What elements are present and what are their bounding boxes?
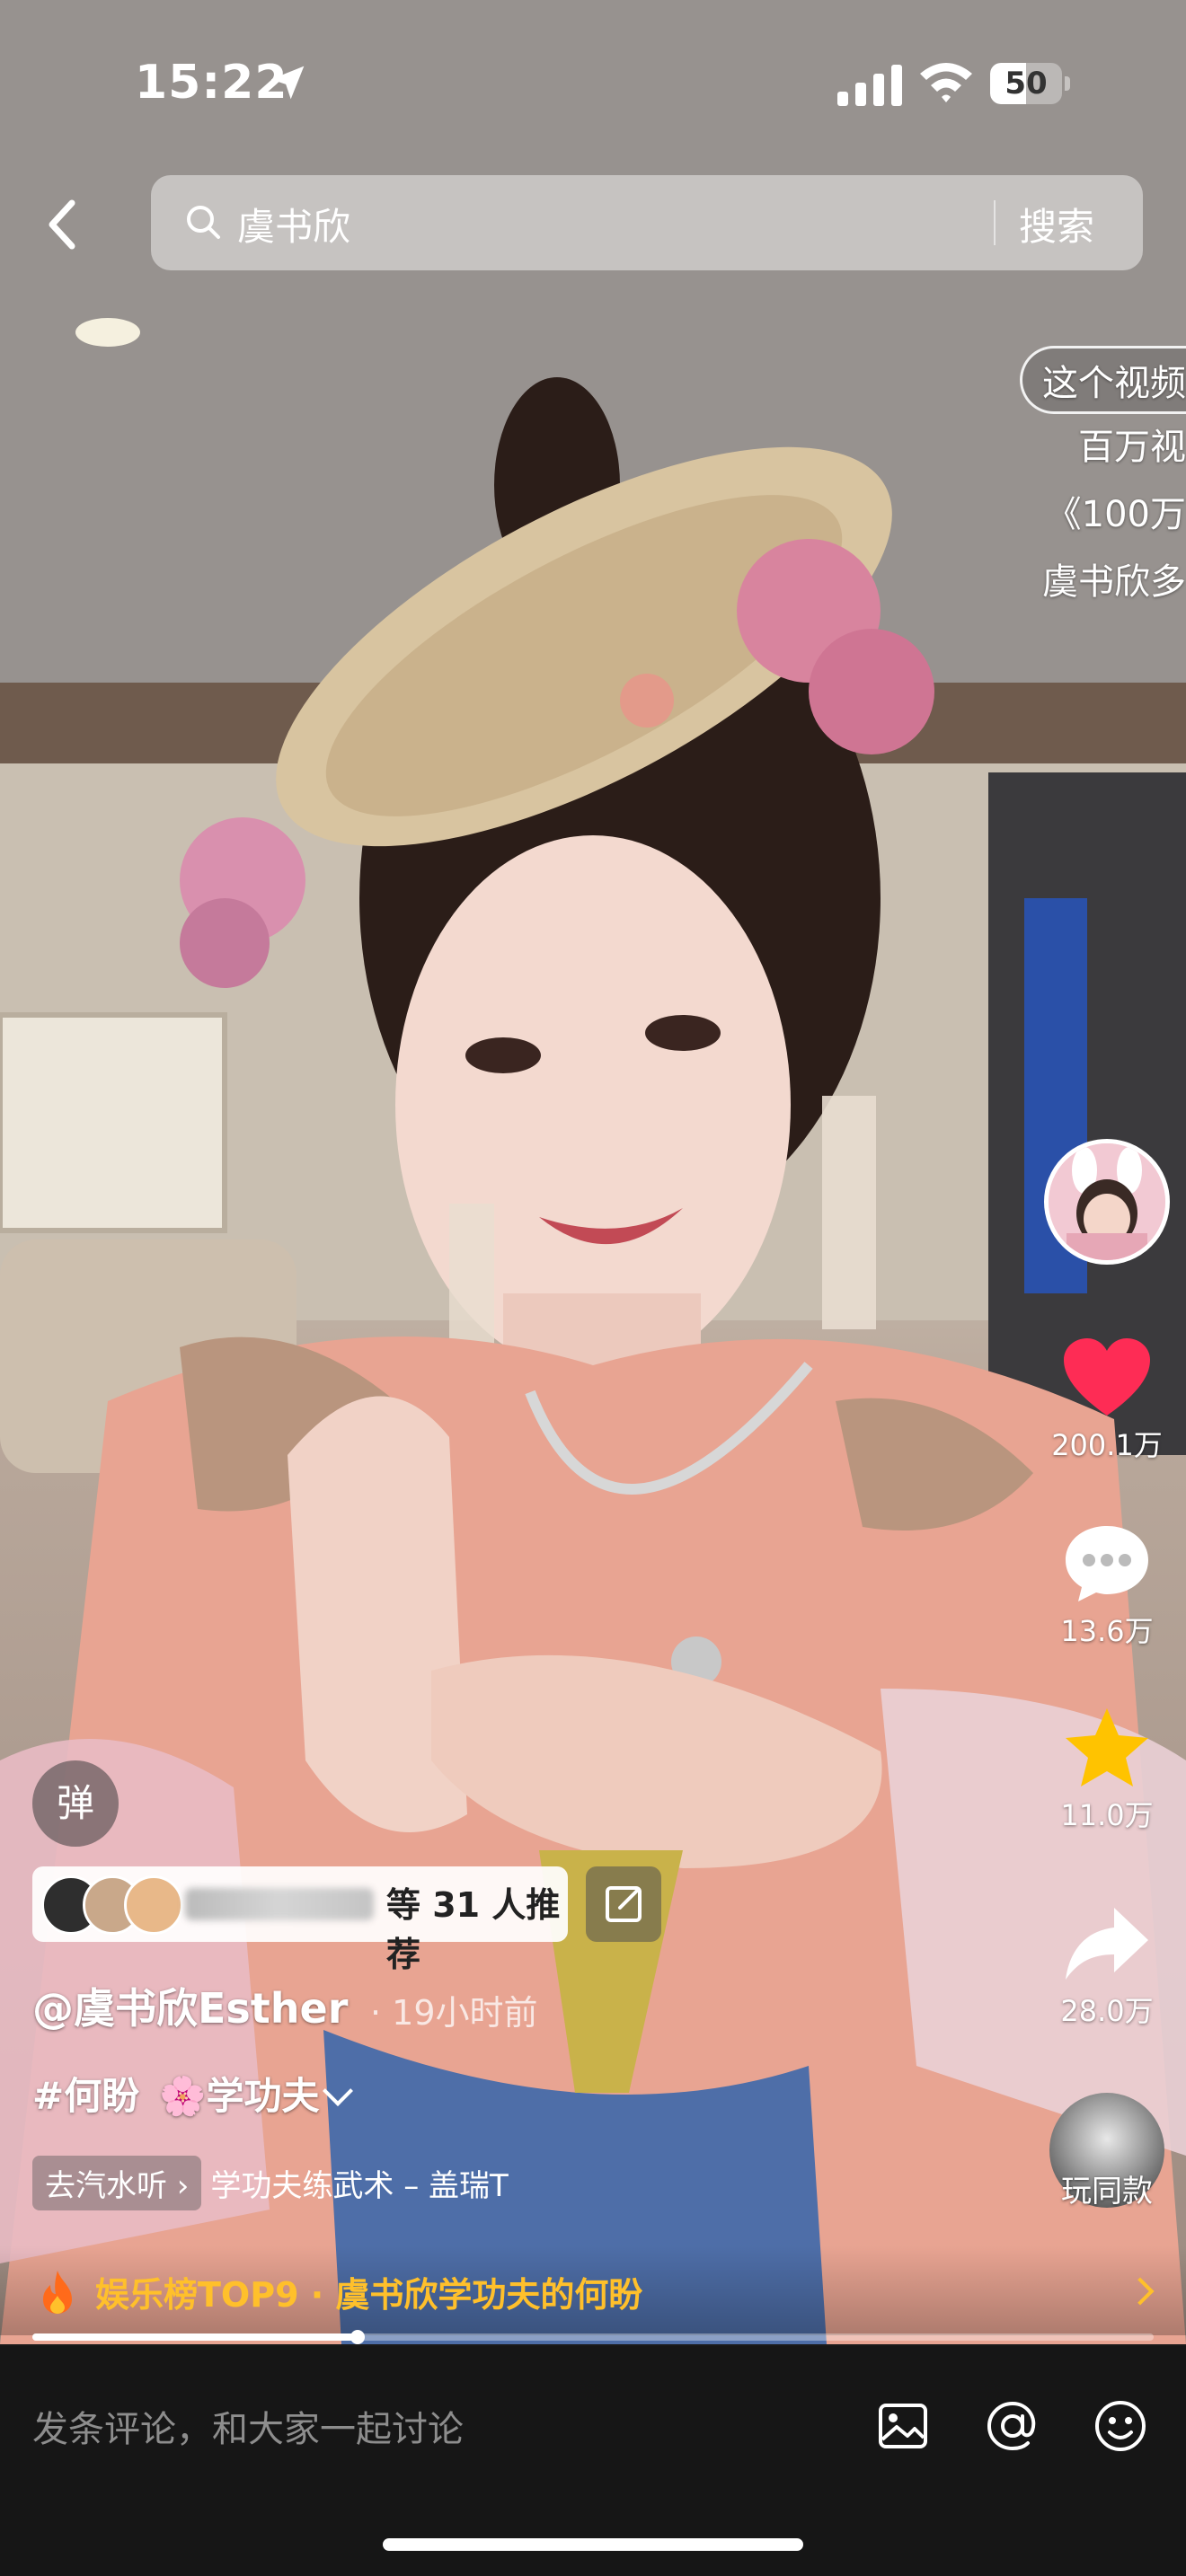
search-button[interactable]: 搜索 [1019, 197, 1094, 251]
author-avatar[interactable] [1044, 1139, 1170, 1265]
like-button[interactable]: 200.1万 [1035, 1337, 1179, 1464]
chevron-down-icon[interactable] [322, 2076, 353, 2106]
hashtag[interactable]: #何盼 [32, 2074, 139, 2118]
status-bar: 15:22 50 [0, 0, 1186, 171]
location-arrow-icon [270, 66, 305, 100]
progress-fill [32, 2333, 358, 2341]
star-icon [1066, 1708, 1148, 1786]
emoji-icon[interactable] [1091, 2396, 1150, 2456]
author-name[interactable]: @虞书欣Esther [32, 1976, 348, 2035]
favorite-count: 11.0万 [1060, 1798, 1154, 1832]
edit-button[interactable] [586, 1866, 661, 1942]
avatar-image [1049, 1143, 1165, 1260]
recommend-text: 等 31 人推荐 [386, 1885, 561, 1974]
heart-icon [1064, 1338, 1150, 1416]
battery-indicator: 50 [990, 63, 1071, 104]
favorite-button[interactable]: 11.0万 [1035, 1707, 1179, 1834]
chevron-right-icon [1126, 2277, 1155, 2306]
share-count: 28.0万 [1060, 1994, 1154, 2028]
hashtag-row: #何盼 🌸学功夫 [32, 2066, 353, 2121]
blurred-names [185, 1888, 374, 1920]
share-arrow-icon [1066, 1908, 1148, 1980]
search-input[interactable]: 虞书欣 [237, 197, 350, 251]
wifi-icon [920, 63, 972, 102]
danmu-toggle-button[interactable]: 弹 [32, 1760, 119, 1847]
comment-bar: 发条评论，和大家一起讨论 [0, 2346, 1186, 2576]
battery-percent: 50 [1005, 66, 1048, 101]
comment-bubble-icon [1066, 1526, 1148, 1601]
post-time: · 19小时前 [370, 1993, 538, 2033]
share-button[interactable]: 28.0万 [1035, 1902, 1179, 2030]
music-row[interactable]: 去汽水听 › 学功夫练武术 – 盖瑞T [32, 2156, 509, 2211]
back-chevron-icon[interactable] [32, 189, 95, 260]
promo-line: 《100万 [1045, 494, 1186, 535]
search-bar[interactable]: 虞书欣 搜索 [151, 175, 1143, 270]
hashtag[interactable]: 🌸学功夫 [159, 2074, 319, 2118]
at-icon[interactable] [983, 2396, 1042, 2456]
comment-input[interactable]: 发条评论，和大家一起讨论 [32, 2400, 464, 2452]
music-title[interactable]: 学功夫练武术 – 盖瑞T [210, 2161, 508, 2205]
comment-button[interactable]: 13.6万 [1035, 1522, 1179, 1650]
like-count: 200.1万 [1051, 1428, 1163, 1462]
hot-list-banner[interactable]: 娱乐榜TOP9 · 虞书欣学功夫的何盼 [0, 2245, 1186, 2335]
image-icon[interactable] [873, 2396, 933, 2456]
promo-line: 这个视频 [1020, 346, 1186, 414]
playback-progress-bar[interactable] [32, 2330, 1154, 2344]
status-time: 15:22 [135, 56, 288, 110]
cellular-signal-icon [837, 65, 902, 106]
hot-list-text: 娱乐榜TOP9 · 虞书欣学功夫的何盼 [95, 2275, 643, 2315]
open-music-app-chip[interactable]: 去汽水听 › [32, 2156, 202, 2210]
comment-count: 13.6万 [1060, 1614, 1154, 1648]
progress-knob[interactable] [350, 2330, 365, 2344]
promo-line: 虞书欣多 [1042, 561, 1186, 603]
promo-line: 百万视 [1078, 427, 1186, 468]
home-indicator[interactable] [383, 2538, 803, 2551]
edit-icon [606, 1886, 642, 1922]
search-icon [187, 206, 220, 239]
fire-icon [43, 2271, 72, 2314]
search-divider [994, 200, 996, 245]
recommender-avatar [124, 1875, 183, 1935]
remix-label[interactable]: 玩同款 [1035, 2166, 1179, 2210]
recommend-strip[interactable]: 等 31 人推荐 [32, 1866, 568, 1974]
